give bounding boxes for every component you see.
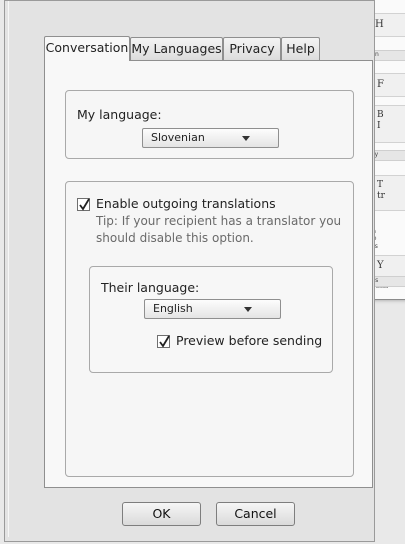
dialog-edge [8,1,9,537]
tip-line: should disable this option. [96,231,254,245]
checkmark-icon [159,335,170,348]
tip-line: Tip: If your recipient has a translator … [96,214,342,228]
conversation-tab-panel: My language: Slovenian Enable outgoing t… [44,60,373,488]
my-language-selected: Slovenian [151,131,205,144]
enable-outgoing-translations-label[interactable]: Enable outgoing translations [96,196,276,211]
tab-my-languages[interactable]: My Languages [130,37,223,60]
chevron-down-icon [242,136,250,141]
my-language-group: My language: Slovenian [65,90,354,159]
my-language-dropdown[interactable]: Slovenian [142,128,279,148]
chat-bubble-line: B [377,110,384,120]
outgoing-translations-group: Enable outgoing translations Tip: If you… [65,181,354,477]
tab-help[interactable]: Help [281,37,320,60]
their-language-dropdown[interactable]: English [144,299,281,319]
checkmark-icon [79,198,90,211]
tab-conversation[interactable]: Conversation [44,36,130,61]
preview-before-sending-label[interactable]: Preview before sending [176,333,322,348]
ok-button[interactable]: OK [122,502,201,526]
preview-before-sending-checkbox[interactable] [157,335,170,348]
chevron-down-icon [244,307,252,312]
chat-bubble-line: T [377,180,384,190]
enable-outgoing-translations-checkbox[interactable] [77,198,90,211]
recipient-translator-tip: Tip: If your recipient has a translator … [96,213,354,247]
chat-bubble-line: I [377,121,381,131]
their-language-label: Their language: [101,280,200,295]
their-language-selected: English [153,302,193,315]
chat-bubble-line: tr [377,191,385,201]
my-language-label: My language: [77,107,162,122]
their-language-group: Their language: English Preview before s… [89,266,333,373]
cancel-button[interactable]: Cancel [216,502,295,526]
tab-privacy[interactable]: Privacy [223,37,281,60]
